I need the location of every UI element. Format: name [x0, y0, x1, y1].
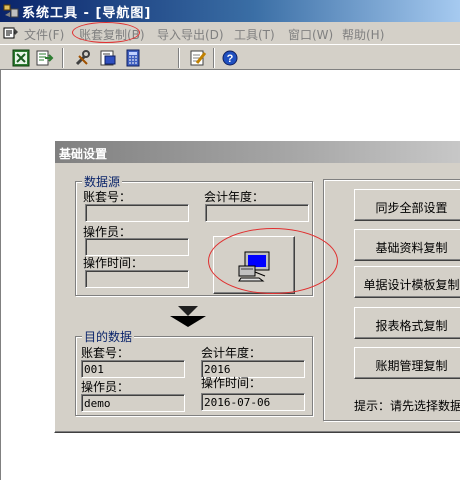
annotation-ellipse: [72, 22, 140, 43]
menu-window[interactable]: 窗口(W): [288, 26, 333, 43]
target-operator-label: 操作员：: [81, 380, 130, 394]
export-icon[interactable]: [35, 48, 55, 68]
edit-icon[interactable]: [188, 48, 208, 68]
print-preview-icon[interactable]: [98, 48, 118, 68]
copy-document-template-button[interactable]: 单据设计模板复制: [354, 266, 460, 298]
tools-icon[interactable]: [73, 48, 93, 68]
dialog-title: 基础设置: [59, 147, 108, 161]
svg-text:?: ?: [227, 53, 234, 65]
source-account-field[interactable]: [85, 204, 189, 222]
toolbar: ?: [0, 44, 460, 70]
menu-file[interactable]: 文件(F): [24, 26, 64, 43]
window-title: 系统工具 - [导航图]: [22, 6, 152, 21]
menu-bar: 文件(F) 账套复制(B) 导入导出(D) 工具(T) 窗口(W) 帮助(H): [0, 22, 460, 44]
menu-help[interactable]: 帮助(H): [342, 26, 384, 43]
calculator-icon[interactable]: [123, 48, 143, 68]
menu-import-export[interactable]: 导入导出(D): [157, 26, 224, 43]
excel-icon[interactable]: [11, 48, 31, 68]
target-account-label: 账套号：: [81, 346, 130, 360]
arrow-down-icon: [170, 306, 206, 327]
source-optime-label: 操作时间：: [83, 256, 144, 270]
title-bar: 系统工具 - [导航图]: [0, 0, 460, 22]
toolbar-separator: [213, 48, 215, 68]
annotation-ellipse: [208, 228, 338, 294]
app-icon: [3, 4, 19, 18]
target-account-field[interactable]: 001: [81, 360, 185, 378]
menu-tools[interactable]: 工具(T): [234, 26, 275, 43]
source-year-label: 会计年度：: [204, 190, 265, 204]
dialog-title-bar[interactable]: 基础设置: [55, 141, 460, 163]
copy-account-period-button[interactable]: 账期管理复制: [354, 347, 460, 379]
target-optime-field[interactable]: 2016-07-06: [201, 393, 305, 411]
help-icon[interactable]: ?: [220, 48, 240, 68]
toolbar-separator: [62, 48, 64, 68]
document-icon[interactable]: [3, 26, 19, 40]
target-optime-label: 操作时间：: [201, 376, 262, 390]
target-group-title: 目的数据: [82, 328, 135, 345]
toolbar-separator: [178, 48, 180, 68]
hint-text: 提示：请先选择数据: [354, 399, 460, 413]
source-optime-field[interactable]: [85, 270, 189, 288]
source-account-label: 账套号：: [83, 190, 132, 204]
source-year-field[interactable]: [205, 204, 309, 222]
sync-all-settings-button[interactable]: 同步全部设置: [354, 189, 460, 221]
copy-report-format-button[interactable]: 报表格式复制: [354, 307, 460, 339]
copy-basic-data-button[interactable]: 基础资料复制: [354, 229, 460, 261]
target-operator-field[interactable]: demo: [81, 394, 185, 412]
target-year-label: 会计年度：: [201, 346, 262, 360]
